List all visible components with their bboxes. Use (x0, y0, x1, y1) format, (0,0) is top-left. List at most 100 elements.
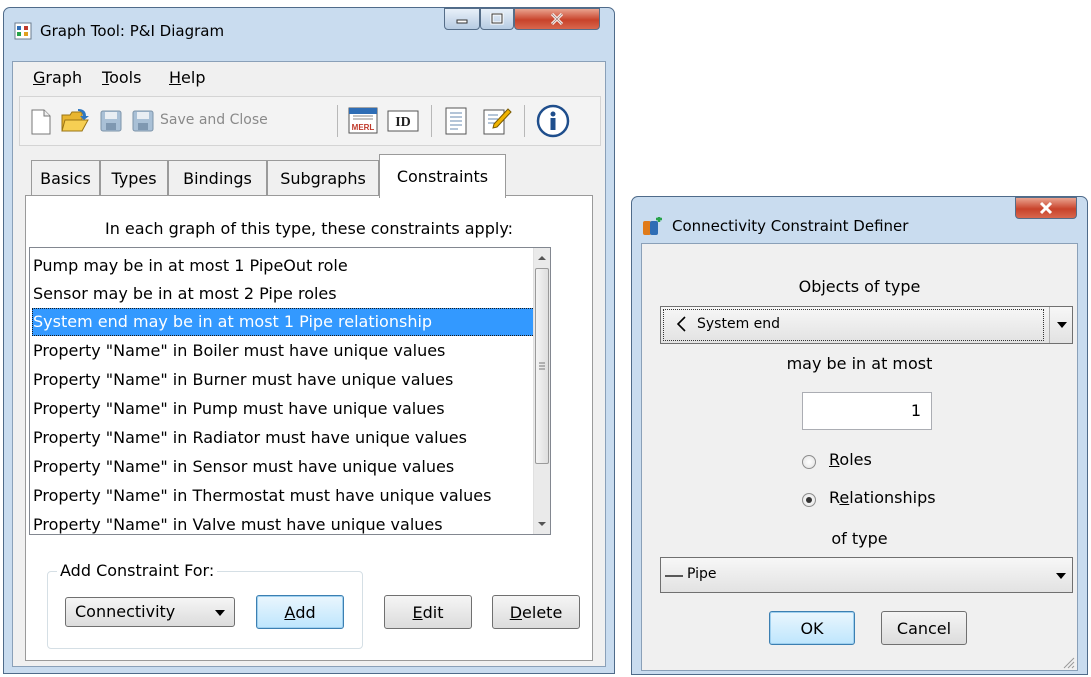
edit-button-tool[interactable] (482, 107, 512, 139)
save-and-close-icon (132, 110, 154, 132)
grip-icon (539, 362, 545, 370)
scroll-down-icon[interactable] (534, 516, 550, 532)
close-button[interactable] (514, 8, 600, 30)
ok-button-label: OK (800, 618, 824, 638)
window-client: Graph Tools Help Save and Close MERL ID … (12, 61, 606, 667)
add-button-mnemonic: A (284, 602, 296, 622)
roles-mnemonic: R (829, 450, 840, 469)
id-button[interactable]: ID (387, 110, 419, 136)
menu-tools[interactable]: Tools (102, 68, 141, 87)
delete-button-label: elete (522, 602, 563, 622)
edit-button-label: dit (422, 602, 444, 622)
constraints-list[interactable]: Pump may be in at most 1 PipeOut role Se… (29, 247, 551, 535)
objects-of-type-label: Objects of type (798, 277, 921, 296)
maximize-button[interactable] (480, 8, 514, 30)
tab-bindings[interactable]: Bindings (168, 160, 267, 196)
relationship-type-value: Pipe (687, 566, 717, 582)
document-button[interactable] (444, 107, 468, 139)
list-item[interactable]: Property "Name" in Burner must have uniq… (32, 366, 453, 394)
add-button[interactable]: Add (256, 595, 344, 629)
cancel-button[interactable]: Cancel (881, 611, 967, 645)
of-type-label: of type (831, 529, 888, 548)
roles-label[interactable]: Roles (829, 450, 872, 469)
relationships-label-text: lationships (849, 488, 936, 507)
save-button[interactable] (100, 110, 122, 136)
merl-icon-text: MERL (352, 123, 375, 132)
dialog-app-icon (642, 217, 664, 237)
constraint-type-select[interactable]: Connectivity (65, 597, 235, 627)
list-item[interactable]: Property "Name" in Sensor must have uniq… (32, 453, 454, 481)
menu-tools-label: ools (109, 68, 142, 87)
open-icon (61, 109, 89, 132)
relationships-label[interactable]: Relationships (829, 488, 936, 507)
list-item-selected[interactable]: System end may be in at most 1 Pipe rela… (32, 308, 539, 336)
minimize-button[interactable] (444, 8, 480, 30)
menu-help-label: elp (181, 68, 206, 87)
object-type-dropdown[interactable] (1049, 307, 1073, 343)
may-be-in-at-most-label: may be in at most (786, 354, 933, 373)
tab-types[interactable]: Types (100, 160, 168, 196)
menu-help[interactable]: Help (169, 68, 205, 87)
merl-icon: MERL (348, 107, 378, 134)
menu-tools-mnemonic: T (102, 68, 110, 87)
id-icon-text: ID (395, 115, 411, 130)
close-icon (550, 12, 564, 26)
graph-tool-window: Graph Tool: P&I Diagram Graph Tools Help (3, 7, 615, 674)
list-item[interactable]: Property "Name" in Radiator must have un… (32, 424, 467, 452)
info-icon (536, 104, 570, 138)
maximize-icon (490, 13, 504, 25)
new-icon (31, 109, 51, 135)
dialog-close-button[interactable] (1015, 197, 1077, 219)
tab-subgraphs[interactable]: Subgraphs (267, 160, 379, 196)
toolbar: Save and Close MERL ID (19, 96, 601, 146)
merl-button[interactable]: MERL (348, 107, 378, 139)
scroll-up-icon[interactable] (534, 250, 550, 266)
scroll-thumb[interactable] (535, 268, 549, 464)
chevron-down-icon (215, 610, 225, 616)
object-type-select[interactable]: System end (660, 306, 1073, 344)
list-item[interactable]: Property "Name" in Valve must have uniqu… (32, 511, 443, 534)
tab-types-label: Types (111, 169, 157, 188)
new-button[interactable] (30, 109, 52, 139)
menu-graph-label: raph (45, 68, 83, 87)
tab-bindings-label: Bindings (183, 169, 252, 188)
constraints-heading: In each graph of this type, these constr… (104, 219, 514, 238)
tab-constraints[interactable]: Constraints (379, 154, 506, 198)
toolbar-separator (431, 105, 432, 137)
pipe-icon (665, 575, 683, 577)
minimize-icon (456, 19, 468, 24)
list-item[interactable]: Sensor may be in at most 2 Pipe roles (32, 280, 337, 308)
object-type-value: System end (697, 316, 781, 332)
id-icon: ID (387, 110, 419, 132)
edit-button-mnemonic: E (412, 602, 423, 622)
delete-button[interactable]: Delete (492, 595, 580, 629)
list-item[interactable]: Property "Name" in Pump must have unique… (32, 395, 445, 423)
relationships-radio[interactable] (802, 493, 816, 507)
chevron-down-icon (1057, 322, 1067, 328)
tab-basics[interactable]: Basics (31, 160, 100, 196)
relationship-type-select[interactable]: Pipe (660, 557, 1073, 593)
open-button[interactable] (60, 107, 90, 139)
list-item[interactable]: Property "Name" in Thermostat must have … (32, 482, 491, 510)
edit-icon (483, 108, 512, 135)
save-icon (100, 110, 122, 132)
info-button[interactable] (536, 104, 570, 142)
count-input[interactable]: 1 (802, 392, 932, 430)
edit-button[interactable]: Edit (384, 595, 472, 629)
close-icon (1039, 201, 1053, 215)
menu-help-mnemonic: H (169, 68, 182, 87)
list-item[interactable]: Property "Name" in Boiler must have uniq… (32, 337, 445, 365)
cancel-button-label: Cancel (896, 618, 952, 638)
menu-bar: Graph Tools Help (13, 62, 605, 92)
save-and-close-label: Save and Close (160, 112, 268, 128)
list-scrollbar[interactable] (533, 248, 550, 534)
window-title: Graph Tool: P&I Diagram (40, 22, 225, 40)
list-item[interactable]: Pump may be in at most 1 PipeOut role (32, 252, 348, 280)
ok-button[interactable]: OK (769, 611, 855, 645)
roles-label-text: oles (839, 450, 872, 469)
roles-radio[interactable] (802, 455, 816, 469)
resize-grip-icon[interactable] (1060, 654, 1076, 670)
dialog-client: Objects of type System end may be in at … (641, 243, 1078, 671)
menu-graph[interactable]: Graph (33, 68, 82, 87)
chevron-down-icon (1056, 573, 1066, 579)
